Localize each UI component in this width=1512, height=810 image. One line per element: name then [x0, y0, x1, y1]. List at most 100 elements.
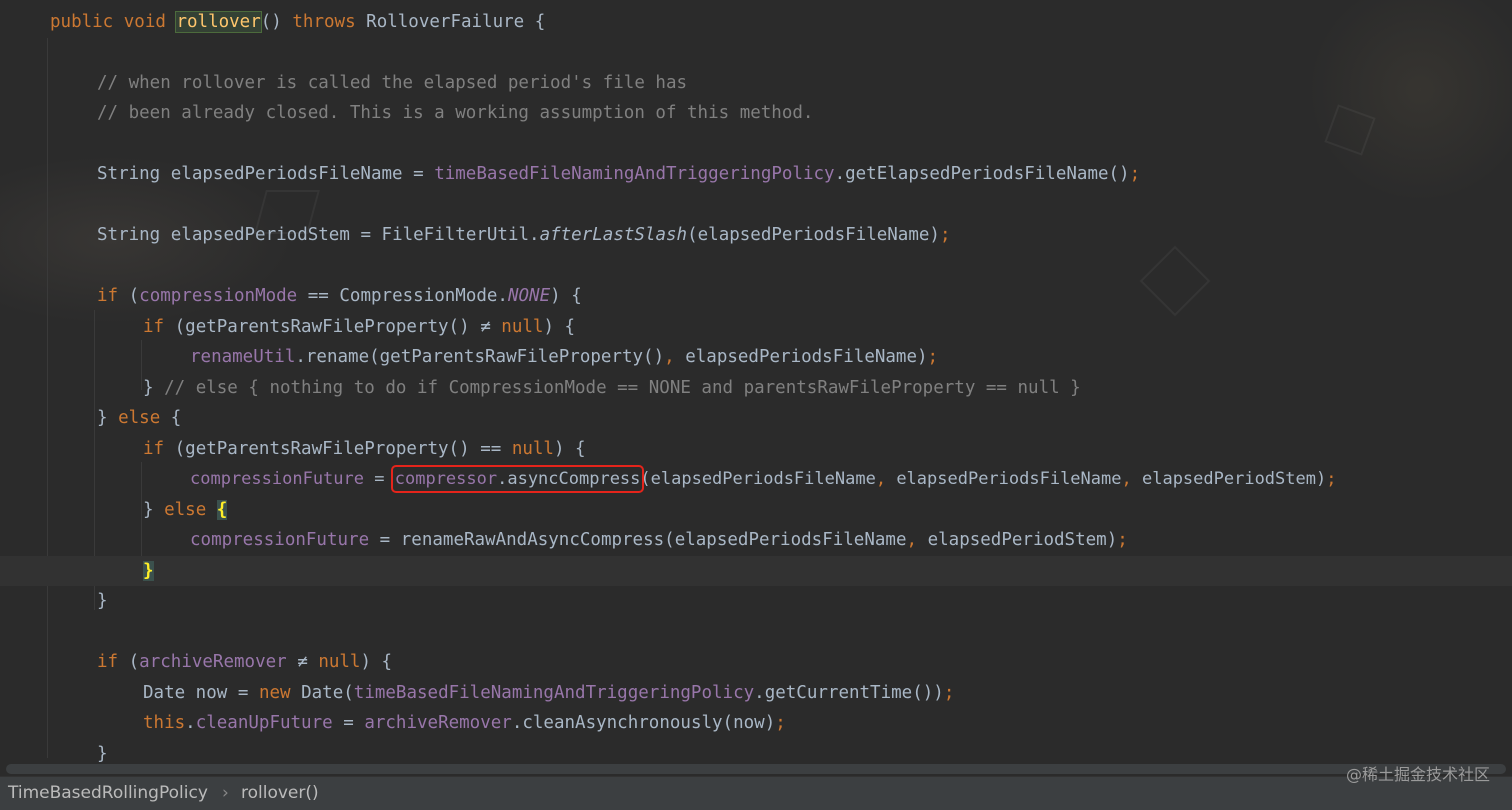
- code-line[interactable]: String elapsedPeriodStem = FileFilterUti…: [97, 220, 951, 250]
- code-token: .asyncCompress: [497, 469, 641, 489]
- code-line[interactable]: if (getParentsRawFileProperty() == null)…: [143, 434, 586, 464]
- code-token: else: [164, 500, 207, 520]
- code-line[interactable]: this.cleanUpFuture = archiveRemover.clea…: [143, 708, 786, 738]
- method-name: rollover: [175, 11, 262, 33]
- code-line[interactable]: if (getParentsRawFileProperty() ≠ null) …: [143, 312, 575, 342]
- code-token: .rename(getParentsRawFileProperty(): [295, 347, 665, 367]
- code-token: =: [237, 683, 249, 703]
- field-ref: archiveRemover: [364, 713, 512, 733]
- code-token: ;: [927, 347, 939, 367]
- code-token: public: [50, 12, 114, 32]
- code-token: throws: [292, 12, 356, 32]
- code-token: if: [97, 286, 119, 306]
- code-line[interactable]: } else {: [143, 495, 228, 525]
- code-token: String: [97, 225, 161, 245]
- code-token: String: [97, 164, 161, 184]
- code-token: ) {: [553, 439, 586, 459]
- code-token: }: [97, 408, 108, 428]
- code-token: ≠: [480, 317, 491, 337]
- code-line[interactable]: compressionFuture = renameRawAndAsyncCom…: [190, 525, 1128, 555]
- code-token: ) {: [550, 286, 582, 306]
- code-token: CompressionMode.: [339, 286, 508, 306]
- code-line[interactable]: if (archiveRemover ≠ null) {: [97, 647, 392, 677]
- code-token: elapsedPeriodsFileName): [685, 347, 928, 367]
- code-token: elapsedPeriodsFileName: [170, 164, 403, 184]
- fold-gutter[interactable]: [0, 0, 14, 764]
- decor-shape: [1324, 104, 1376, 156]
- code-line[interactable]: }: [143, 556, 154, 586]
- code-token: ;: [943, 683, 955, 703]
- code-line[interactable]: String elapsedPeriodsFileName = timeBase…: [97, 159, 1140, 189]
- code-token: elapsedPeriodStem): [1141, 469, 1327, 489]
- current-line-highlight: [0, 556, 1512, 586]
- code-token: =: [374, 469, 385, 489]
- code-token: elapsedPeriodStem: [170, 225, 350, 245]
- breadcrumb-separator: ›: [222, 783, 229, 803]
- code-token: ==: [480, 439, 502, 459]
- code-token: Date now: [143, 683, 228, 703]
- code-line[interactable]: } else {: [97, 403, 181, 433]
- decor-shape: [1139, 245, 1211, 317]
- field-ref: renameUtil: [190, 347, 296, 367]
- code-token: RolloverFailure: [366, 12, 525, 32]
- code-token: ;: [1117, 530, 1128, 550]
- code-token: ,: [1121, 469, 1132, 489]
- matched-brace: }: [143, 561, 154, 581]
- field-ref: timeBasedFileNamingAndTriggeringPolicy: [353, 683, 755, 703]
- matched-brace: {: [216, 500, 228, 520]
- code-token: =: [343, 713, 354, 733]
- code-token: (getParentsRawFileProperty(): [174, 317, 470, 337]
- field-ref: compressor: [394, 469, 498, 489]
- field-ref: compressionFuture: [190, 530, 370, 550]
- code-token: (elapsedPeriodsFileName): [687, 225, 940, 245]
- code-token: ;: [1129, 164, 1141, 184]
- code-line[interactable]: compressionFuture = compressor.asyncComp…: [190, 464, 1336, 494]
- comment: // else { nothing to do if CompressionMo…: [164, 378, 1081, 398]
- code-token: if: [143, 317, 165, 337]
- breadcrumb-item-class[interactable]: TimeBasedRollingPolicy: [8, 777, 208, 810]
- breadcrumb-item-method[interactable]: rollover(): [241, 777, 319, 810]
- code-token: }: [143, 500, 154, 520]
- code-line[interactable]: if (compressionMode == CompressionMode.N…: [97, 281, 582, 311]
- code-token: ) {: [543, 317, 576, 337]
- static-method: afterLastSlash: [539, 225, 688, 245]
- code-token: void: [123, 12, 166, 32]
- code-token: .cleanAsynchronously(now): [511, 713, 776, 733]
- field-ref: compressionMode: [139, 286, 298, 306]
- code-line[interactable]: renameUtil.rename(getParentsRawFilePrope…: [190, 342, 938, 372]
- horizontal-scrollbar[interactable]: [6, 764, 1506, 774]
- code-token: this: [143, 713, 186, 733]
- code-line[interactable]: // been already closed. This is a workin…: [97, 98, 813, 128]
- code-token: =: [379, 530, 391, 550]
- code-token: (elapsedPeriodsFileName: [640, 469, 876, 489]
- code-token: {: [534, 12, 546, 32]
- field-ref: archiveRemover: [139, 652, 287, 672]
- code-token: ==: [307, 286, 329, 306]
- code-token: null: [318, 652, 361, 672]
- code-line[interactable]: // when rollover is called the elapsed p…: [97, 68, 687, 98]
- code-token: .getElapsedPeriodsFileName(): [834, 164, 1130, 184]
- code-token: null: [501, 317, 544, 337]
- field-ref: compressionFuture: [190, 469, 364, 489]
- code-line[interactable]: } // else { nothing to do if Compression…: [143, 373, 1081, 403]
- code-token: elapsedPeriodStem): [927, 530, 1118, 550]
- code-token: (getParentsRawFileProperty(): [174, 439, 470, 459]
- indent-guide: [141, 340, 142, 390]
- code-line[interactable]: Date now = new Date(timeBasedFileNamingA…: [143, 678, 954, 708]
- code-token: new: [258, 683, 291, 703]
- field-ref: cleanUpFuture: [195, 713, 333, 733]
- code-token: (): [260, 12, 282, 32]
- code-token: }: [97, 744, 108, 764]
- code-token: {: [170, 408, 182, 428]
- comment: // when rollover is called the elapsed p…: [97, 73, 688, 93]
- code-token: if: [97, 652, 119, 672]
- code-line[interactable]: }: [97, 586, 108, 616]
- enum-constant: NONE: [507, 286, 551, 306]
- code-editor[interactable]: public void rollover() throws RolloverFa…: [0, 0, 1512, 764]
- code-line[interactable]: public void rollover() throws RolloverFa…: [50, 7, 545, 37]
- code-line[interactable]: }: [97, 739, 108, 764]
- indent-guide: [47, 38, 48, 758]
- code-token: if: [143, 439, 165, 459]
- code-token: ,: [664, 347, 675, 367]
- code-token: else: [118, 408, 161, 428]
